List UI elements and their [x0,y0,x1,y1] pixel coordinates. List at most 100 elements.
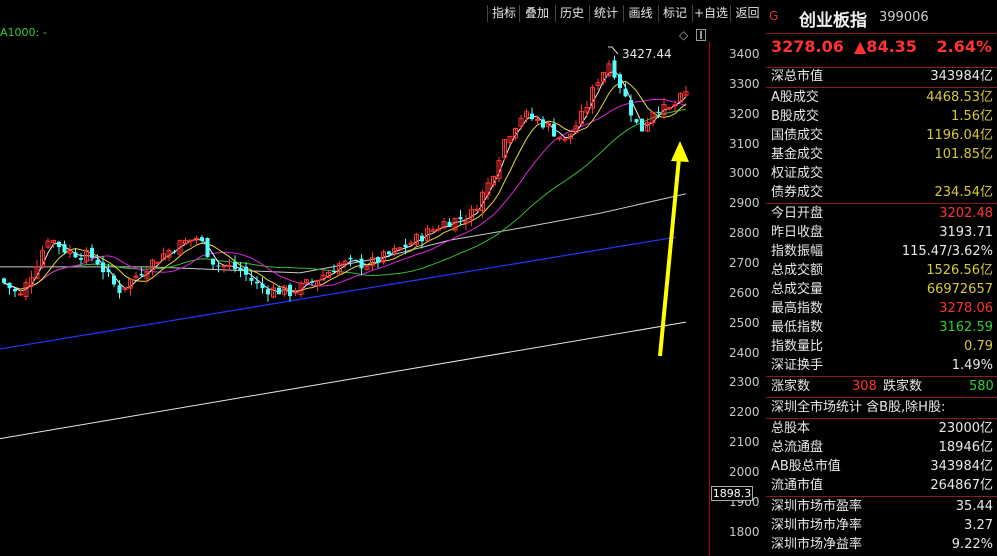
candle-body [552,123,556,137]
row-label: 权证成交 [771,166,824,181]
row-label: 深证换手 [771,358,824,373]
stats-row: 总股本 23000亿 [766,419,997,438]
candle-body [227,264,232,267]
candle-body [387,251,391,255]
candle-body [623,88,628,97]
stats-row: 总流通盘 18946亿 [766,438,997,457]
candle-body [557,137,562,140]
row-label: AB股总市值 [771,459,841,474]
candle-body [13,288,17,292]
quote-row: 今日开盘 3202.48 [766,204,997,223]
quote-row: 债券成交 234.54亿 [766,183,997,202]
candle-body [618,74,622,88]
candle-body [629,100,633,116]
candle-body [172,251,177,253]
candle-body [541,119,545,128]
annotation-arrow-shaft [658,157,681,357]
row-value: 101.85亿 [934,147,994,162]
row-value: 1196.04亿 [926,128,993,143]
row-value: 18946亿 [938,440,993,455]
candle-body [18,293,23,296]
price-tick: 2700 [729,256,760,270]
section-title: 深圳全市场统计 含B股,除H股: [766,398,997,417]
row-label: 深圳市场净益率 [771,537,863,552]
price-tick: 2000 [729,465,760,479]
last-price: 3278.06 [771,37,844,56]
price-tick: 3100 [729,137,760,151]
quote-row: 基金成交 101.85亿 [766,145,997,164]
candle-body [79,257,83,260]
row-value: 3.27 [964,518,993,533]
candle-body [139,274,144,276]
row-label: 昨日收盘 [771,225,824,240]
candle-body [403,244,408,248]
row-label: 指数振幅 [771,244,824,259]
candle-body [62,244,67,253]
candle-body [277,287,281,295]
row-label: 总股本 [771,421,811,436]
candle-body [211,258,215,265]
row-label: 基金成交 [771,147,824,162]
row-value: 3278.06 [939,301,993,316]
candle-body [57,241,61,248]
candle-body [7,282,12,289]
candle-body [354,259,358,261]
row-value: 115.47/3.62% [901,244,993,259]
g-mark: G [769,9,779,23]
row-value: 1.56亿 [951,109,993,124]
quote-row: 深总市值 343984亿 [766,67,997,86]
stats-row: AB股总市值 343984亿 [766,457,997,476]
price-tick: 2900 [729,196,760,210]
candle-body [260,283,265,289]
row-label: 深圳市场市盈率 [771,499,863,514]
price-tick: 2200 [729,405,760,419]
row-value: 1.49% [951,358,993,373]
row-value: 1526.56亿 [926,263,993,278]
candle-body [266,289,270,295]
candle-body [255,281,259,284]
candle-body [95,259,100,265]
price-change-pct: 2.64% [936,37,992,56]
price-tick: 2600 [729,286,760,300]
stats-row: 深圳市场净益率 9.22% [766,535,997,554]
price-tick: 2300 [729,375,760,389]
row-value: 9.22% [951,537,993,552]
stats-row: 流通市值 264867亿 [766,476,997,495]
down-count-value: 580 [969,379,994,394]
quote-row: 最高指数 3278.06 [766,299,997,318]
row-label: 深圳市场市净率 [771,518,863,533]
candle-body [133,275,139,278]
row-value: 0.79 [964,339,993,354]
candle-body [535,118,540,121]
quote-row: 最低指数 3162.59 [766,318,997,337]
candle-body [458,217,463,220]
price-tick: 2500 [729,316,760,330]
quote-row: 国债成交 1196.04亿 [766,126,997,145]
kline-chart-area[interactable]: 指标 叠加 历史 统计 画线 标记 +自选 返回 A1000: - ◇ 3427.44 340… [0,0,766,556]
candle-body [244,266,248,275]
row-label: 总流通盘 [771,440,824,455]
row-value: 35.44 [955,499,993,514]
candle-body [288,284,292,297]
row-value: 3162.59 [939,320,993,335]
candle-body [332,270,336,273]
candle-body [249,277,254,281]
quote-row: 深证换手 1.49% [766,356,997,375]
price-tick: 1800 [729,525,760,539]
row-label: 总成交额 [771,263,824,278]
row-label: 最高指数 [771,301,824,316]
candle-body [436,228,441,231]
candlestick-chart[interactable]: 3427.44 [0,0,766,556]
row-label: 债券成交 [771,185,824,200]
quote-row: 指数振幅 115.47/3.62% [766,242,997,261]
quote-row: B股成交 1.56亿 [766,107,997,126]
stats-row: 深圳市场市净率 3.27 [766,516,997,535]
candle-body [216,265,221,267]
candle-body [112,275,116,285]
candle-body [348,257,353,260]
quote-panel: G 创业板指 399006 3278.06 ▲84.35 2.64% 深总市值 3… [766,0,997,556]
candle-body [447,221,452,228]
price-tick: 2100 [729,435,760,449]
quote-row: 总成交额 1526.56亿 [766,261,997,280]
ma-blue-line [0,236,677,350]
